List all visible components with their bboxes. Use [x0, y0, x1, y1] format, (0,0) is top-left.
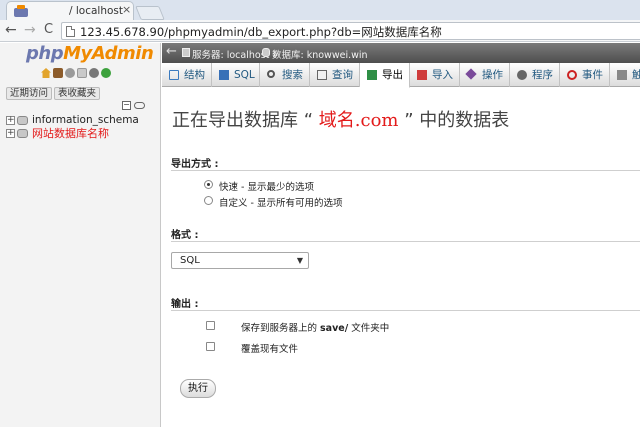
- routines-icon: [517, 70, 527, 80]
- tab-structure[interactable]: 结构: [162, 63, 212, 87]
- operations-icon: [465, 68, 477, 80]
- import-icon: [417, 70, 427, 80]
- database-name[interactable]: information_schema: [32, 114, 139, 127]
- close-icon[interactable]: ×: [122, 3, 131, 16]
- reload-icon[interactable]: C: [44, 22, 53, 38]
- export-icon: [367, 70, 377, 80]
- radio-button[interactable]: [204, 180, 213, 189]
- favorite-tables-button[interactable]: 表收藏夹: [54, 87, 101, 100]
- back-arrow-icon[interactable]: ←: [5, 22, 17, 38]
- breadcrumb: ← 服务器: localhost » 数据库: knowwei.win: [162, 43, 640, 63]
- triggers-icon: [617, 70, 627, 80]
- tab-events[interactable]: 事件: [560, 63, 610, 87]
- checkbox[interactable]: [206, 342, 215, 351]
- divider: [171, 241, 640, 242]
- expand-icon[interactable]: +: [6, 129, 15, 138]
- phpmyadmin-favicon-icon: [14, 5, 28, 17]
- address-bar[interactable]: 123.45.678.90/phpmyadmin/db_export.php?d…: [61, 22, 640, 40]
- expand-icon[interactable]: +: [6, 116, 15, 125]
- help-icon[interactable]: [65, 68, 75, 78]
- format-label: 格式 :: [171, 230, 199, 241]
- tab-title: / localhost: [69, 5, 124, 17]
- page-title: 正在导出数据库 “ 域名.com ” 中的数据表: [172, 110, 510, 131]
- home-icon[interactable]: [41, 68, 51, 78]
- link-icon[interactable]: [134, 102, 145, 109]
- collapse-all-icon[interactable]: −: [122, 101, 131, 110]
- tab-routines[interactable]: 程序: [510, 63, 560, 87]
- database-name-highlight: 域名.com: [318, 110, 399, 131]
- export-method-label: 导出方式 :: [171, 159, 219, 170]
- gear-icon[interactable]: [89, 68, 99, 78]
- logout-icon[interactable]: [53, 68, 63, 78]
- navigation-tabs: 近期访问 表收藏夹: [6, 86, 102, 100]
- main-panel: ← 服务器: localhost » 数据库: knowwei.win 结构 S…: [162, 43, 640, 427]
- page-icon: [66, 26, 75, 37]
- breadcrumb-database[interactable]: 数据库: knowwei.win: [272, 47, 368, 61]
- new-tab-button[interactable]: [135, 6, 165, 20]
- go-button[interactable]: 执行: [180, 379, 216, 398]
- browser-toolbar: ← → C 123.45.678.90/phpmyadmin/db_export…: [0, 20, 640, 42]
- top-menu: 结构 SQL 搜索 查询 导出 导入 操作 程序 事件 触: [162, 63, 640, 88]
- phpmyadmin-logo[interactable]: phpMyAdmin: [26, 43, 154, 64]
- tab-search[interactable]: 搜索: [260, 63, 310, 87]
- query-icon: [317, 70, 327, 80]
- reload-navigation-icon[interactable]: [101, 68, 111, 78]
- structure-icon: [169, 70, 179, 80]
- search-icon: [267, 70, 275, 78]
- database-icon: [17, 116, 28, 125]
- divider: [171, 170, 640, 171]
- chevron-down-icon: ▼: [296, 256, 303, 265]
- tab-sql[interactable]: SQL: [212, 63, 260, 87]
- server-icon: [182, 48, 190, 57]
- events-icon: [567, 70, 577, 80]
- browser-tab[interactable]: / localhost ×: [6, 1, 134, 20]
- tab-import[interactable]: 导入: [410, 63, 460, 87]
- radio-button[interactable]: [204, 196, 213, 205]
- tab-triggers[interactable]: 触: [610, 63, 640, 87]
- url-text[interactable]: 123.45.678.90/phpmyadmin/db_export.php?d…: [80, 24, 442, 40]
- tab-query[interactable]: 查询: [310, 63, 360, 87]
- database-name[interactable]: 网站数据库名称: [32, 127, 109, 140]
- output-label: 输出 :: [171, 299, 199, 310]
- quick-links: [41, 68, 113, 80]
- collapse-arrow-icon[interactable]: ←: [166, 44, 177, 59]
- checkbox[interactable]: [206, 321, 215, 330]
- sql-icon: [219, 70, 229, 80]
- browser-tabstrip: / localhost ×: [0, 0, 640, 20]
- database-icon: [17, 129, 28, 138]
- database-icon: [262, 48, 270, 57]
- format-select[interactable]: SQL ▼: [171, 252, 309, 269]
- documentation-icon[interactable]: [77, 68, 87, 78]
- navigation-panel: phpMyAdmin 近期访问 表收藏夹 − + information_sche…: [0, 43, 161, 427]
- tree-controls: −: [122, 101, 145, 114]
- tab-operations[interactable]: 操作: [460, 63, 510, 87]
- recent-tables-button[interactable]: 近期访问: [6, 87, 53, 100]
- tab-export[interactable]: 导出: [360, 63, 410, 88]
- forward-arrow-icon[interactable]: →: [24, 22, 36, 38]
- divider: [171, 310, 640, 311]
